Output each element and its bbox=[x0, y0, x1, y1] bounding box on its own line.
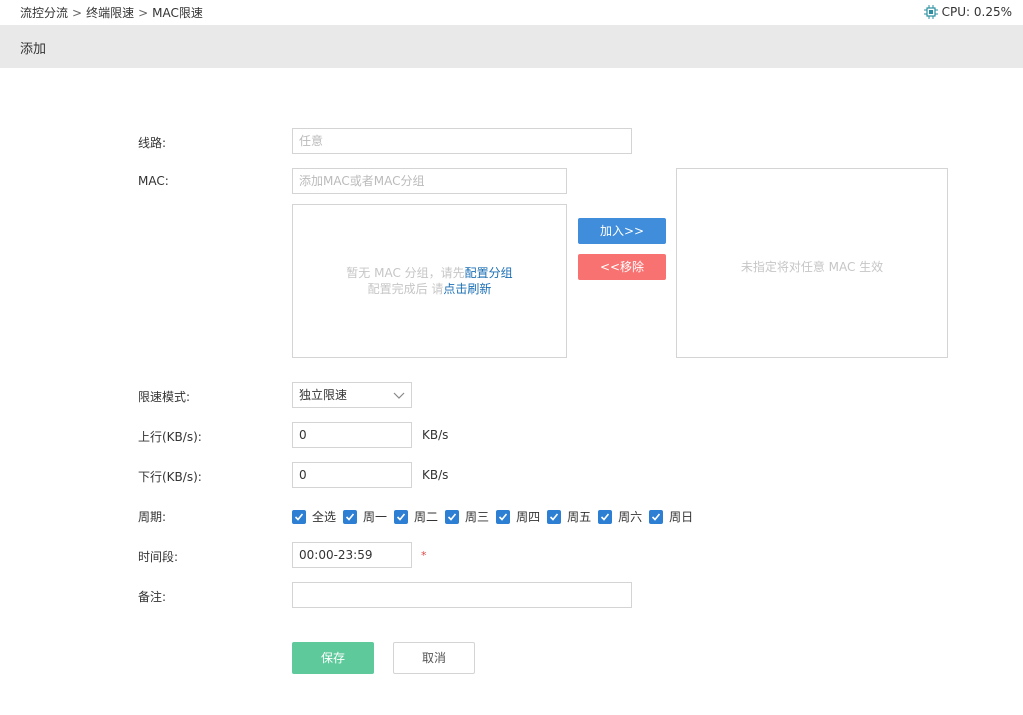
save-button[interactable]: 保存 bbox=[292, 642, 374, 674]
page-header: 添加 bbox=[0, 25, 1023, 68]
breadcrumb-separator: > bbox=[138, 6, 149, 20]
selected-mac-list: 未指定将对任意 MAC 生效 bbox=[676, 168, 948, 358]
cpu-chip-icon bbox=[923, 5, 938, 19]
checkbox-sunday[interactable]: 周日 bbox=[649, 508, 693, 525]
line-input[interactable]: 任意 bbox=[292, 128, 632, 154]
check-icon bbox=[547, 509, 562, 524]
limit-mode-select[interactable]: 独立限速 bbox=[292, 382, 412, 408]
check-icon bbox=[445, 509, 460, 524]
checkbox-label: 周一 bbox=[363, 510, 388, 524]
refresh-link[interactable]: 点击刷新 bbox=[443, 282, 491, 296]
checkbox-label: 周三 bbox=[465, 510, 490, 524]
check-icon bbox=[292, 509, 306, 524]
checkbox-label: 周六 bbox=[618, 510, 643, 524]
checkbox-label: 周日 bbox=[669, 510, 694, 524]
checkbox-tuesday[interactable]: 周二 bbox=[394, 508, 438, 525]
checkbox-friday[interactable]: 周五 bbox=[547, 508, 591, 525]
remove-mac-button[interactable]: <<移除 bbox=[578, 254, 666, 280]
note-label: 备注: bbox=[138, 590, 167, 604]
checkbox-thursday[interactable]: 周四 bbox=[496, 508, 540, 525]
time-range-label: 时间段: bbox=[138, 550, 179, 564]
top-bar: 流控分流 > 终端限速 > MAC限速 CPU: 0.25% bbox=[0, 0, 1023, 24]
checkbox-label: 周二 bbox=[414, 510, 439, 524]
check-icon bbox=[598, 509, 613, 524]
checkbox-label: 周四 bbox=[516, 510, 541, 524]
limit-mode-value: 独立限速 bbox=[299, 388, 348, 402]
period-checkboxes: 全选 周一 周二 周三 周四 周五 周六 周日 bbox=[292, 508, 700, 525]
breadcrumb: 流控分流 > 终端限速 > MAC限速 bbox=[20, 4, 203, 21]
mac-group-empty-text: 暂无 MAC 分组，请先 bbox=[346, 266, 465, 280]
line-label: 线路: bbox=[138, 136, 167, 150]
limit-mode-label: 限速模式: bbox=[138, 390, 191, 404]
selected-mac-empty-text: 未指定将对任意 MAC 生效 bbox=[740, 260, 884, 274]
chevron-down-icon bbox=[393, 392, 405, 399]
download-unit: KB/s bbox=[422, 468, 449, 482]
mac-group-empty-line-1: 暂无 MAC 分组，请先配置分组 bbox=[293, 265, 566, 281]
add-mac-button[interactable]: 加入>> bbox=[578, 218, 666, 244]
check-icon bbox=[343, 509, 358, 524]
mac-group-list: 暂无 MAC 分组，请先配置分组 配置完成后 请点击刷新 bbox=[292, 204, 567, 358]
breadcrumb-separator: > bbox=[72, 6, 83, 20]
upload-label: 上行(KB/s): bbox=[138, 430, 202, 444]
upload-input[interactable]: 0 bbox=[292, 422, 412, 448]
time-range-input[interactable]: 00:00-23:59 bbox=[292, 542, 412, 568]
checkbox-saturday[interactable]: 周六 bbox=[598, 508, 642, 525]
cancel-button[interactable]: 取消 bbox=[393, 642, 475, 674]
cpu-indicator: CPU: 0.25% bbox=[923, 4, 1012, 20]
cpu-usage-text: CPU: 0.25% bbox=[941, 5, 1012, 19]
check-icon bbox=[649, 509, 664, 524]
checkbox-monday[interactable]: 周一 bbox=[343, 508, 387, 525]
mac-group-refresh-text: 配置完成后 请 bbox=[367, 282, 444, 296]
breadcrumb-item-flow-control[interactable]: 流控分流 bbox=[20, 6, 68, 20]
mac-group-empty-line-2: 配置完成后 请点击刷新 bbox=[293, 281, 566, 297]
download-label: 下行(KB/s): bbox=[138, 470, 202, 484]
mac-label: MAC: bbox=[138, 174, 169, 188]
upload-unit: KB/s bbox=[422, 428, 449, 442]
download-input[interactable]: 0 bbox=[292, 462, 412, 488]
required-mark: * bbox=[421, 549, 427, 562]
checkbox-select-all[interactable]: 全选 bbox=[292, 508, 336, 525]
checkbox-label: 周五 bbox=[567, 510, 592, 524]
checkbox-wednesday[interactable]: 周三 bbox=[445, 508, 489, 525]
page-title: 添加 bbox=[20, 42, 47, 57]
check-icon bbox=[496, 509, 511, 524]
period-label: 周期: bbox=[138, 510, 167, 524]
note-input[interactable] bbox=[292, 582, 632, 608]
checkbox-label: 全选 bbox=[312, 510, 337, 524]
config-group-link[interactable]: 配置分组 bbox=[465, 266, 513, 280]
check-icon bbox=[394, 509, 409, 524]
breadcrumb-item-mac-limit: MAC限速 bbox=[152, 6, 203, 20]
breadcrumb-item-terminal-limit[interactable]: 终端限速 bbox=[86, 6, 134, 20]
mac-input[interactable]: 添加MAC或者MAC分组 bbox=[292, 168, 567, 194]
